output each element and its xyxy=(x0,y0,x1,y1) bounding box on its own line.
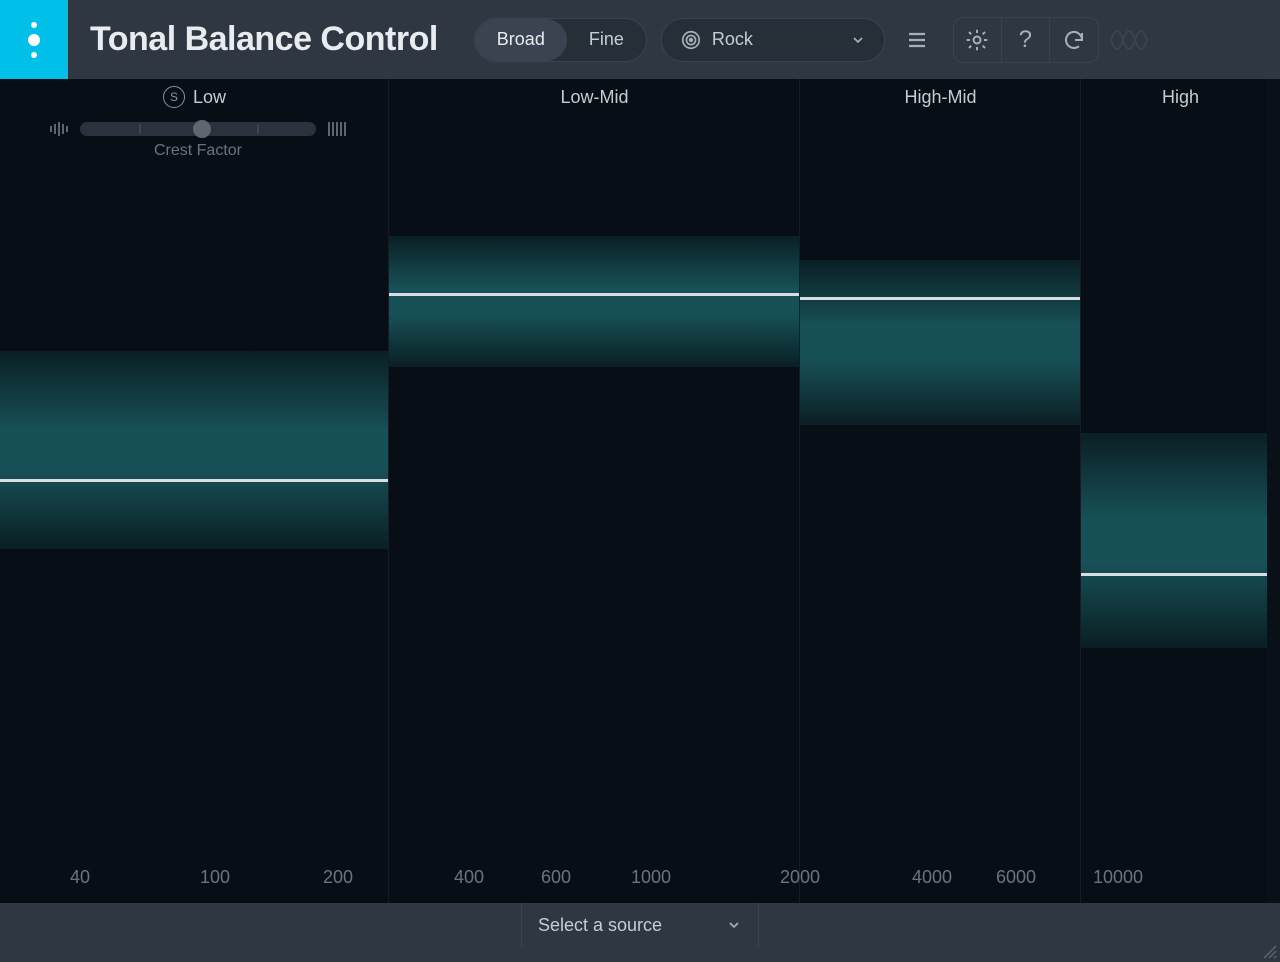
band-label-text: High-Mid xyxy=(904,87,976,108)
band-label-low[interactable]: S Low xyxy=(0,79,389,109)
chevron-down-icon xyxy=(850,32,866,48)
band-label-high[interactable]: High xyxy=(1081,79,1280,109)
xtick: 6000 xyxy=(996,867,1036,888)
solo-button-low[interactable]: S xyxy=(163,86,185,108)
xtick: 4000 xyxy=(912,867,952,888)
target-zone-low xyxy=(0,351,388,549)
menu-icon xyxy=(905,28,929,52)
bars-dense-icon xyxy=(328,122,346,136)
band-column-highmid[interactable] xyxy=(800,79,1081,903)
toolbar-icon-group: ? xyxy=(953,17,1099,63)
preset-dropdown[interactable]: Rock xyxy=(661,18,885,62)
band-label-lowmid[interactable]: Low-Mid xyxy=(389,79,800,109)
source-placeholder: Select a source xyxy=(538,915,662,936)
crest-factor-label: Crest Factor xyxy=(50,142,346,160)
brand-logo[interactable] xyxy=(0,0,68,79)
level-line-low xyxy=(0,479,388,482)
level-line-highmid xyxy=(800,297,1080,300)
band-column-lowmid[interactable] xyxy=(389,79,800,903)
izotope-logo-icon xyxy=(28,22,40,58)
help-button[interactable]: ? xyxy=(1002,18,1050,62)
xtick: 2000 xyxy=(780,867,820,888)
band-column-high[interactable] xyxy=(1081,79,1267,903)
waveform-decoration-icon xyxy=(1109,22,1149,58)
xtick: 600 xyxy=(541,867,571,888)
target-icon xyxy=(680,29,702,51)
tonal-balance-chart: 40 100 200 400 600 1000 2000 4000 6000 1… xyxy=(0,79,1267,903)
band-column-low[interactable] xyxy=(0,79,389,903)
view-fine-button[interactable]: Fine xyxy=(567,19,646,61)
xtick: 100 xyxy=(200,867,230,888)
xtick: 1000 xyxy=(631,867,671,888)
target-zone-lowmid xyxy=(389,236,799,368)
resize-grip-icon[interactable] xyxy=(1262,944,1278,960)
waveform-small-icon xyxy=(50,122,68,136)
band-label-text: High xyxy=(1162,87,1199,108)
footer-bar: Select a source xyxy=(0,903,1280,962)
slider-thumb[interactable] xyxy=(193,120,211,138)
preset-menu-button[interactable] xyxy=(893,18,941,62)
help-icon: ? xyxy=(1019,26,1032,54)
band-labels-row: S Low Low-Mid High-Mid High xyxy=(0,79,1280,109)
band-label-text: Low xyxy=(193,87,226,108)
target-zone-high xyxy=(1081,433,1267,647)
crest-factor-slider[interactable] xyxy=(80,122,316,136)
preset-label: Rock xyxy=(712,29,753,50)
app-title: Tonal Balance Control xyxy=(90,20,438,59)
view-broad-button[interactable]: Broad xyxy=(475,19,567,61)
undo-icon xyxy=(1062,28,1086,52)
xtick: 400 xyxy=(454,867,484,888)
level-line-lowmid xyxy=(389,293,799,296)
undo-button[interactable] xyxy=(1050,18,1098,62)
xtick: 40 xyxy=(70,867,90,888)
xtick: 200 xyxy=(323,867,353,888)
gear-icon xyxy=(964,27,990,53)
view-toggle: Broad Fine xyxy=(474,18,647,62)
band-label-text: Low-Mid xyxy=(560,87,628,108)
crest-factor-control: Crest Factor xyxy=(50,122,346,160)
xtick: 10000 xyxy=(1093,867,1143,888)
x-axis: 40 100 200 400 600 1000 2000 4000 6000 1… xyxy=(0,867,1267,893)
settings-button[interactable] xyxy=(954,18,1002,62)
chevron-down-icon xyxy=(726,917,742,933)
source-dropdown[interactable]: Select a source xyxy=(521,903,759,947)
level-line-high xyxy=(1081,573,1267,576)
header-bar: Tonal Balance Control Broad Fine Rock xyxy=(0,0,1280,79)
band-label-highmid[interactable]: High-Mid xyxy=(800,79,1081,109)
target-zone-highmid xyxy=(800,260,1080,425)
